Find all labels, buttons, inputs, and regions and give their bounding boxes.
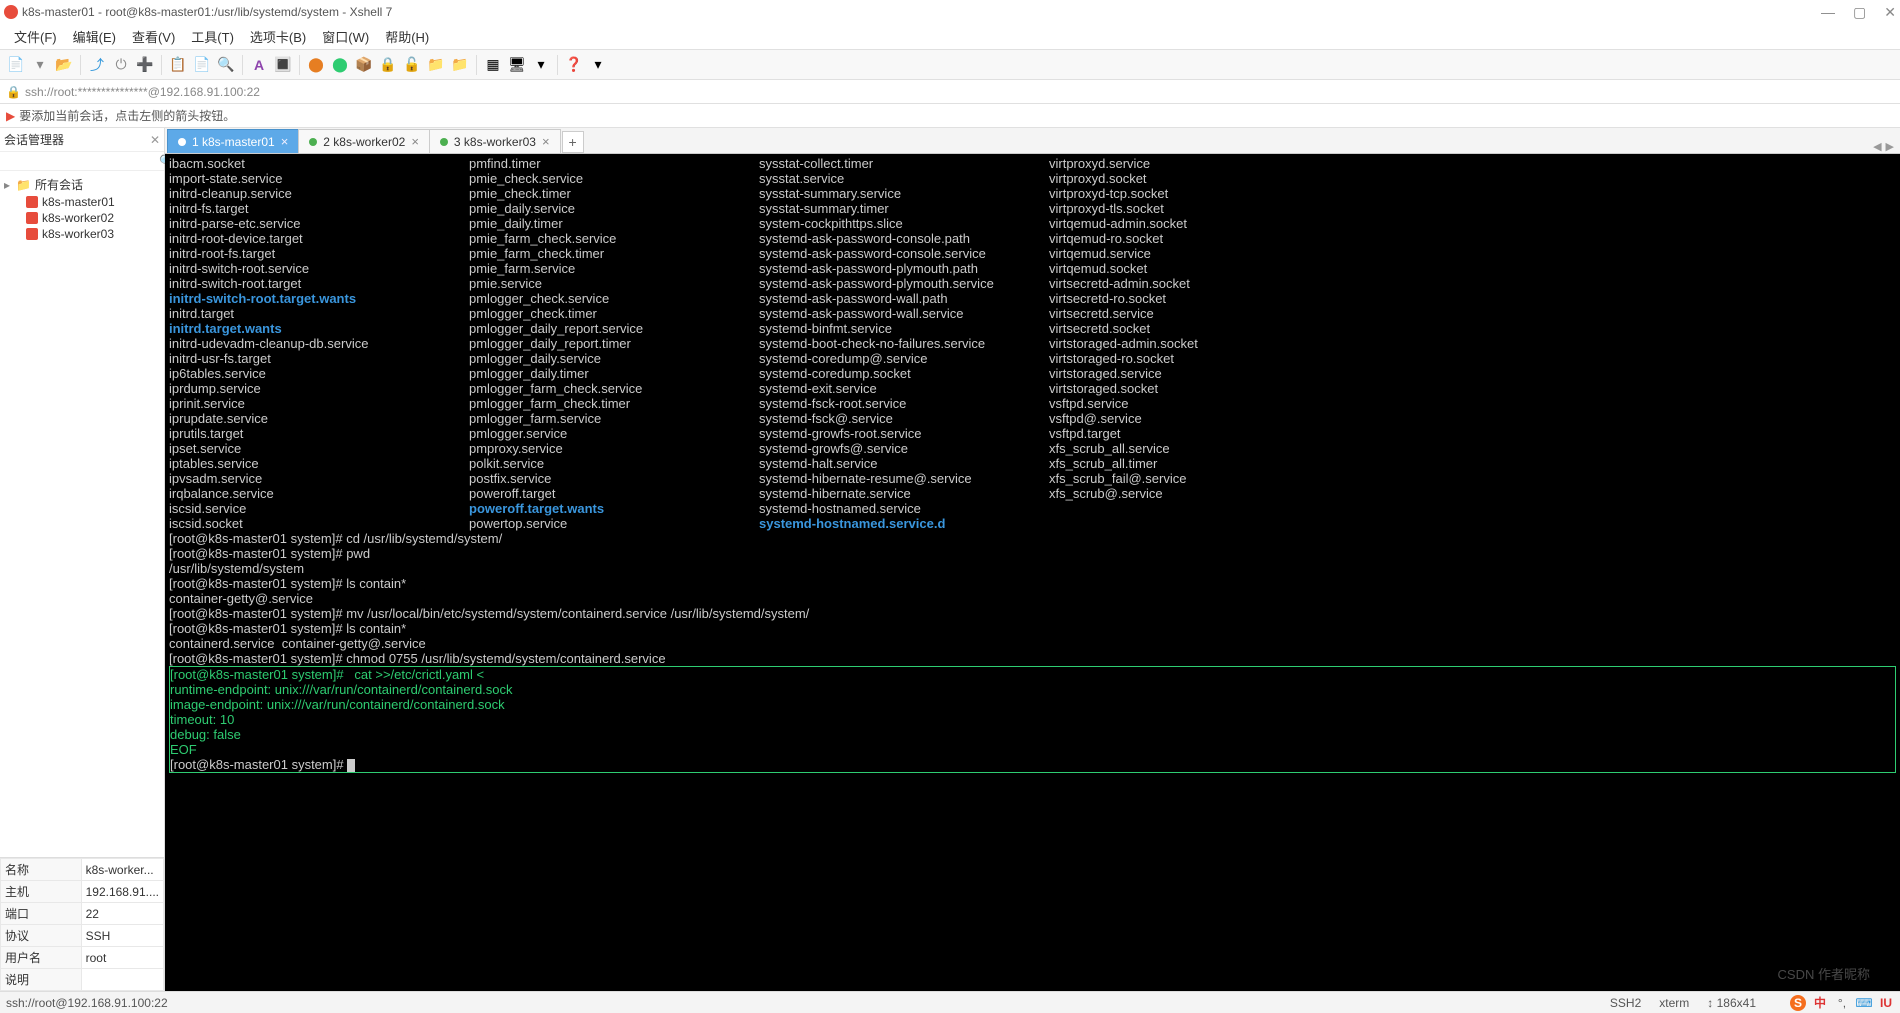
tool2-icon[interactable]: ⬤ — [330, 55, 350, 75]
prop-key: 用户名 — [1, 947, 82, 969]
font-icon[interactable]: A — [249, 55, 269, 75]
titlebar: k8s-master01 - root@k8s-master01:/usr/li… — [0, 0, 1900, 24]
monitor-icon[interactable]: 🖥 — [507, 55, 527, 75]
sidebar-item-worker03[interactable]: k8s-worker03 — [42, 227, 114, 241]
menu-tools[interactable]: 工具(T) — [185, 25, 240, 48]
tree-root[interactable]: 所有会话 — [35, 176, 83, 193]
tab-add-button[interactable]: + — [562, 131, 584, 153]
session-tree[interactable]: 📁 所有会话 k8s-master01 k8s-worker02 k8s-work… — [0, 171, 164, 857]
status-ssh: SSH2 — [1610, 996, 1641, 1010]
app-icon — [4, 5, 18, 19]
prop-key: 协议 — [1, 925, 82, 947]
addressbar: 🔒 ssh://root:***************@192.168.91.… — [0, 80, 1900, 104]
prop-val: SSH — [81, 925, 163, 947]
lock-small-icon: 🔒 — [6, 85, 21, 99]
terminal[interactable]: ibacm.socketimport-state.serviceinitrd-c… — [165, 154, 1900, 991]
prop-val: 22 — [81, 903, 163, 925]
prop-val: k8s-worker... — [81, 859, 163, 881]
punct-icon[interactable]: °, — [1834, 995, 1850, 1011]
tool3-icon[interactable]: 📦 — [354, 55, 374, 75]
status-size: 186x41 — [1717, 996, 1756, 1010]
copy-icon[interactable]: 📋 — [168, 55, 188, 75]
ime-icon[interactable]: 中 — [1812, 995, 1828, 1011]
menu-tabs[interactable]: 选项卡(B) — [244, 25, 312, 48]
paste-icon[interactable]: 📄 — [192, 55, 212, 75]
session-icon — [26, 212, 38, 224]
prop-val — [81, 969, 163, 991]
help-icon[interactable]: ❓ — [564, 55, 584, 75]
sidebar-item-worker02[interactable]: k8s-worker02 — [42, 211, 114, 225]
tab-close-icon[interactable]: × — [411, 134, 419, 149]
sidebar: 会话管理器 ✕ 🔍 📁所有会话 k8s-master01 k8s-worker0… — [0, 128, 165, 991]
sidebar-close-icon[interactable]: ✕ — [150, 133, 160, 147]
help-dropdown-icon[interactable]: ▾ — [588, 55, 608, 75]
tab-worker02[interactable]: 2 k8s-worker02 × — [298, 129, 430, 153]
prop-key: 主机 — [1, 881, 82, 903]
tab-close-icon[interactable]: × — [542, 134, 550, 149]
toolbar: 📄 ▾ 📂 ⤴ ⏻ ➕ 📋 📄 🔍 A 🔳 ⬤ ⬤ 📦 🔒 🔓 📁 📁 ▦ 🖥 … — [0, 50, 1900, 80]
address-text[interactable]: ssh://root:***************@192.168.91.10… — [25, 85, 260, 99]
tab-close-icon[interactable]: × — [281, 134, 289, 149]
prop-val: 192.168.91.... — [81, 881, 163, 903]
menu-help[interactable]: 帮助(H) — [379, 25, 435, 48]
prop-key: 端口 — [1, 903, 82, 925]
unlock-icon[interactable]: 🔓 — [402, 55, 422, 75]
minimize-icon[interactable]: — — [1821, 4, 1835, 21]
window-title: k8s-master01 - root@k8s-master01:/usr/li… — [22, 5, 392, 19]
terminal-tabs: 1 k8s-master01 × 2 k8s-worker02 × 3 k8s-wo… — [165, 128, 1900, 154]
close-icon[interactable]: ✕ — [1884, 4, 1896, 21]
disconnect-icon[interactable]: ⏻ — [111, 55, 131, 75]
tab-label: 2 k8s-worker02 — [323, 135, 405, 149]
tab-worker03[interactable]: 3 k8s-worker03 × — [429, 129, 561, 153]
size-icon: ↕ — [1707, 996, 1713, 1010]
prop-val: root — [81, 947, 163, 969]
more-icon[interactable]: ▾ — [531, 55, 551, 75]
new-session-icon[interactable]: 📄 — [6, 55, 26, 75]
menu-file[interactable]: 文件(F) — [8, 25, 63, 48]
sidebar-title: 会话管理器 — [4, 131, 64, 148]
session-icon — [26, 228, 38, 240]
sogou-icon[interactable]: S — [1790, 995, 1806, 1011]
menu-window[interactable]: 窗口(W) — [316, 25, 375, 48]
tabs-prev-icon[interactable]: ◀ — [1873, 140, 1881, 153]
prop-key: 说明 — [1, 969, 82, 991]
flag-icon: ▶ — [6, 109, 15, 123]
prop-key: 名称 — [1, 859, 82, 881]
open-icon[interactable]: 📂 — [54, 55, 74, 75]
status-left: ssh://root@192.168.91.100:22 — [6, 996, 168, 1010]
tab-label: 3 k8s-worker03 — [454, 135, 536, 149]
color-icon[interactable]: 🔳 — [273, 55, 293, 75]
maximize-icon[interactable]: ▢ — [1853, 4, 1866, 21]
status-dot-icon — [309, 138, 317, 146]
iu-icon[interactable]: IU — [1878, 995, 1894, 1011]
sidebar-item-master01[interactable]: k8s-master01 — [42, 195, 115, 209]
grid-icon[interactable]: ▦ — [483, 55, 503, 75]
folder-icon[interactable]: 📁 — [426, 55, 446, 75]
menubar: 文件(F) 编辑(E) 查看(V) 工具(T) 选项卡(B) 窗口(W) 帮助(… — [0, 24, 1900, 50]
keyboard-icon[interactable]: ⌨ — [1856, 995, 1872, 1011]
status-dot-icon — [178, 138, 186, 146]
menu-edit[interactable]: 编辑(E) — [67, 25, 122, 48]
connect-icon[interactable]: ➕ — [135, 55, 155, 75]
session-icon — [26, 196, 38, 208]
session-properties: 名称k8s-worker...主机192.168.91....端口22协议SSH… — [0, 857, 164, 991]
menu-view[interactable]: 查看(V) — [126, 25, 181, 48]
tab-label: 1 k8s-master01 — [192, 135, 275, 149]
folder-icon: 📁 — [16, 178, 31, 192]
reconnect-icon[interactable]: ⤴ — [87, 55, 107, 75]
status-term: xterm — [1659, 996, 1689, 1010]
infobar: ▶ 要添加当前会话，点击左侧的箭头按钮。 — [0, 104, 1900, 128]
dropdown-icon[interactable]: ▾ — [30, 55, 50, 75]
lock-icon[interactable]: 🔒 — [378, 55, 398, 75]
status-dot-icon — [440, 138, 448, 146]
folders-icon[interactable]: 📁 — [450, 55, 470, 75]
infobar-text: 要添加当前会话，点击左侧的箭头按钮。 — [19, 107, 235, 124]
tabs-next-icon[interactable]: ▶ — [1886, 140, 1894, 153]
tab-master01[interactable]: 1 k8s-master01 × — [167, 129, 299, 153]
statusbar: ssh://root@192.168.91.100:22 SSH2 xterm … — [0, 991, 1900, 1013]
system-tray: S 中 °, ⌨ IU — [1790, 995, 1894, 1011]
find-icon[interactable]: 🔍 — [216, 55, 236, 75]
tool1-icon[interactable]: ⬤ — [306, 55, 326, 75]
sidebar-search-input[interactable] — [4, 154, 159, 168]
